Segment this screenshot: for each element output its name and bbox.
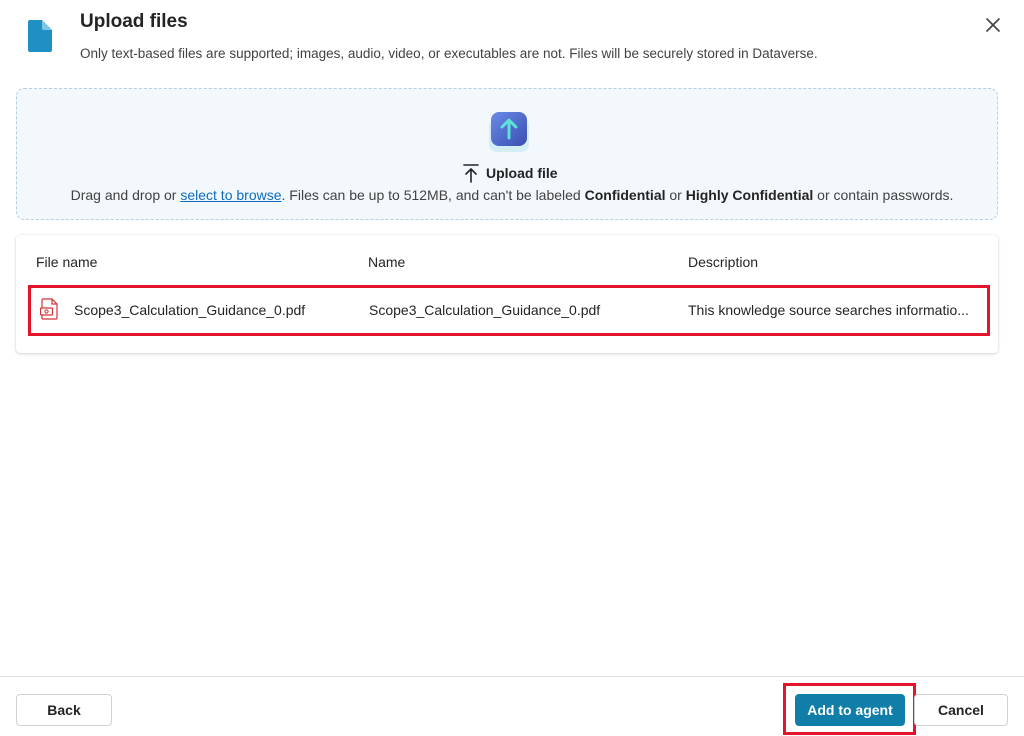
- page-subtitle: Only text-based files are supported; ima…: [80, 46, 818, 61]
- highly-confidential-label: Highly Confidential: [685, 187, 814, 203]
- confidential-label: Confidential: [584, 187, 666, 203]
- dropzone-text-or: or: [665, 187, 686, 203]
- column-header-name[interactable]: Name: [368, 254, 405, 270]
- cell-file-name: Scope3_Calculation_Guidance_0.pdf: [74, 302, 306, 318]
- select-to-browse-link[interactable]: select to browse: [180, 187, 281, 203]
- upload-arrow-icon: [463, 164, 479, 183]
- document-icon: [28, 20, 52, 52]
- pdf-file-icon: [40, 298, 58, 320]
- add-to-agent-button[interactable]: Add to agent: [795, 694, 905, 726]
- cancel-button[interactable]: Cancel: [914, 694, 1008, 726]
- column-header-file-name[interactable]: File name: [36, 254, 97, 270]
- cell-name[interactable]: Scope3_Calculation_Guidance_0.pdf: [369, 302, 600, 318]
- column-header-description[interactable]: Description: [688, 254, 758, 270]
- back-button[interactable]: Back: [16, 694, 112, 726]
- upload-cloud-icon: [489, 112, 529, 152]
- close-icon: [986, 18, 1000, 32]
- page-title: Upload files: [80, 11, 188, 32]
- dropzone-text-middle: . Files can be up to 512MB, and can't be…: [281, 187, 585, 203]
- footer-divider: [0, 676, 1024, 677]
- cell-description[interactable]: This knowledge source searches informati…: [688, 302, 969, 318]
- upload-file-button[interactable]: Upload file: [462, 161, 558, 185]
- dropzone-text-prefix: Drag and drop or: [70, 187, 181, 203]
- upload-file-label: Upload file: [486, 165, 558, 181]
- dropzone-instructions: Drag and drop or select to browse. Files…: [0, 187, 1024, 203]
- upload-files-dialog: Upload files Only text-based files are s…: [0, 0, 1024, 736]
- dropzone-text-suffix: or contain passwords.: [813, 187, 954, 203]
- close-button[interactable]: [980, 12, 1006, 38]
